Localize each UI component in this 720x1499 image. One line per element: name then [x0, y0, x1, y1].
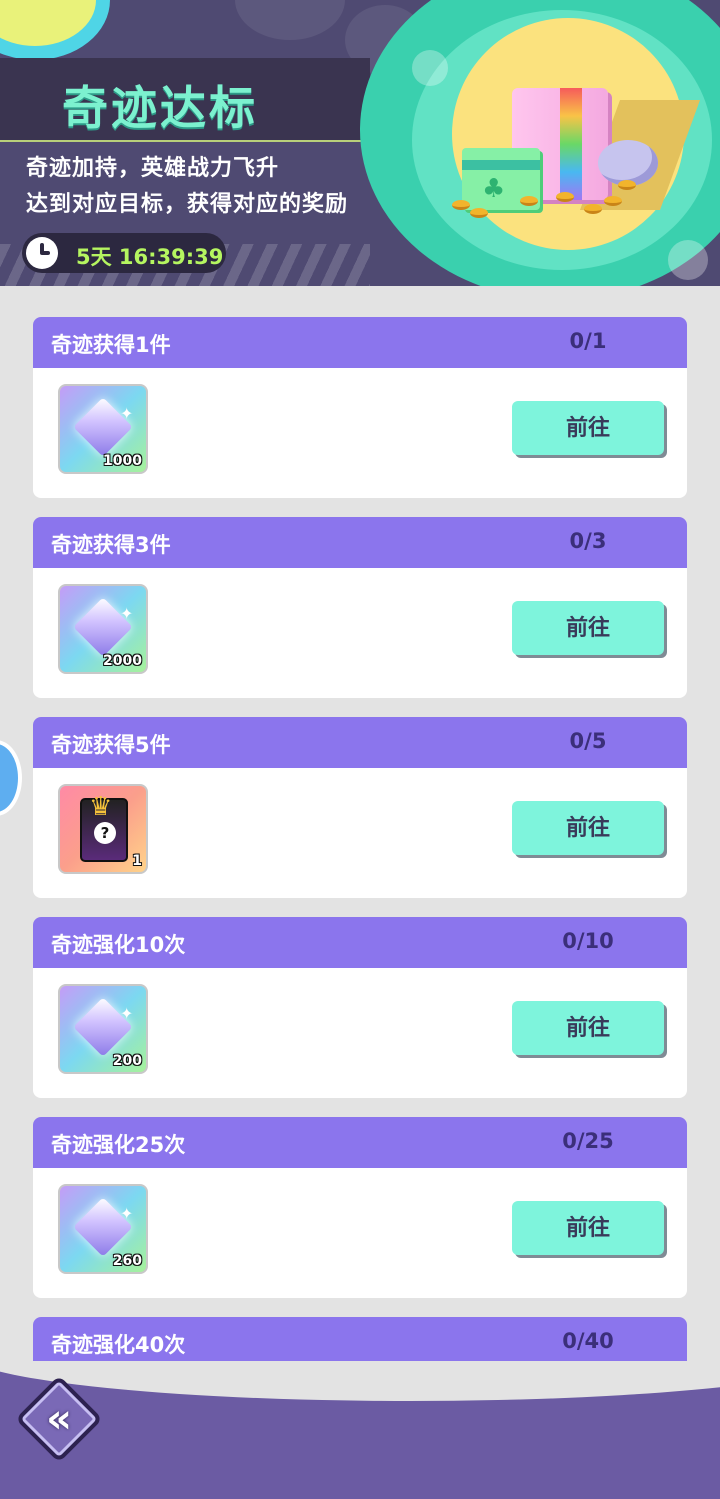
decor-circle: [235, 0, 345, 40]
go-button[interactable]: 前往: [512, 601, 664, 655]
coin-icon: [604, 196, 622, 206]
task-progress: 0/1: [569, 329, 607, 353]
go-button[interactable]: 前往: [512, 401, 664, 455]
go-button-label: 前往: [565, 1015, 610, 1040]
task-title: 奇迹获得5件: [51, 733, 171, 757]
sparkle-icon: ✦: [120, 604, 134, 623]
task-card: 奇迹获得5件 0/5 ♛ ? 1 前往: [33, 717, 687, 898]
reward-item[interactable]: ✦ 200: [58, 984, 148, 1074]
task-progress: 0/25: [562, 1129, 614, 1153]
timer-text: 5天 16:39:39: [76, 245, 224, 269]
task-header: 奇迹强化40次 0/40: [33, 1317, 687, 1361]
bubble-decor: [412, 50, 448, 86]
bottom-wave: [0, 1361, 720, 1401]
go-button-label: 前往: [565, 815, 610, 840]
task-list[interactable]: 奇迹获得1件 0/1 ✦ 1000 前往 奇迹获得3件 0/3 ✦ 2000 前…: [0, 286, 720, 1361]
task-progress: 0/5: [569, 729, 607, 753]
task-header: 奇迹获得5件 0/5: [33, 717, 687, 768]
go-button[interactable]: 前往: [512, 1201, 664, 1255]
task-progress: 0/10: [562, 929, 614, 953]
event-header: 奇迹达标 奇迹加持，英雄战力飞升 达到对应目标，获得对应的奖励 5天 16:39…: [0, 0, 720, 286]
reward-item[interactable]: ♛ ? 1: [58, 784, 148, 874]
countdown-timer: 5天 16:39:39: [22, 233, 226, 273]
task-header: 奇迹强化10次 0/10: [33, 917, 687, 968]
task-card: 奇迹获得3件 0/3 ✦ 2000 前往: [33, 517, 687, 698]
task-header: 奇迹强化25次 0/25: [33, 1117, 687, 1168]
go-button-label: 前往: [565, 1215, 610, 1240]
subtitle-line-2: 达到对应目标，获得对应的奖励: [26, 192, 349, 217]
task-title: 奇迹强化25次: [51, 1133, 186, 1157]
coin-icon: [452, 200, 470, 210]
task-progress: 0/40: [562, 1329, 614, 1353]
coin-icon: [584, 204, 602, 214]
coin-icon: [470, 208, 488, 218]
clock-icon: [26, 237, 58, 269]
coin-icon: [520, 196, 538, 206]
task-title: 奇迹获得1件: [51, 333, 171, 357]
reward-quantity: 200: [112, 1053, 142, 1069]
task-card: 奇迹强化40次 0/40: [33, 1317, 687, 1361]
mystery-card-icon: ♛ ?: [80, 794, 128, 862]
page-title: 奇迹达标: [62, 81, 258, 135]
reward-quantity: 1000: [103, 453, 142, 469]
subtitle-line-1: 奇迹加持，英雄战力飞升: [26, 156, 280, 181]
go-button[interactable]: 前往: [512, 1001, 664, 1055]
double-chevron-left-icon[interactable]: «: [34, 1397, 84, 1441]
sparkle-icon: ✦: [120, 1004, 134, 1023]
reward-quantity: 2000: [103, 653, 142, 669]
task-title: 奇迹获得3件: [51, 533, 171, 557]
task-card: 奇迹强化10次 0/10 ✦ 200 前往: [33, 917, 687, 1098]
sparkle-icon: ✦: [120, 404, 134, 423]
bottom-bar: [0, 1361, 720, 1499]
go-button-label: 前往: [565, 615, 610, 640]
reward-quantity: 260: [112, 1253, 142, 1269]
reward-quantity: 1: [132, 853, 142, 869]
bubble-decor: [668, 240, 708, 280]
decor-blob: [0, 0, 110, 60]
coin-icon: [556, 192, 574, 202]
question-icon: ?: [94, 822, 116, 844]
task-title: 奇迹强化40次: [51, 1333, 186, 1357]
task-title: 奇迹强化10次: [51, 933, 186, 957]
task-progress: 0/3: [569, 529, 607, 553]
coin-icon: [618, 180, 636, 190]
task-header: 奇迹获得1件 0/1: [33, 317, 687, 368]
sparkle-icon: ✦: [120, 1204, 134, 1223]
reward-item[interactable]: ✦ 2000: [58, 584, 148, 674]
task-card: 奇迹强化25次 0/25 ✦ 260 前往: [33, 1117, 687, 1298]
task-header: 奇迹获得3件 0/3: [33, 517, 687, 568]
task-card: 奇迹获得1件 0/1 ✦ 1000 前往: [33, 317, 687, 498]
reward-item[interactable]: ✦ 1000: [58, 384, 148, 474]
crown-icon: ♛: [89, 792, 113, 822]
reward-item[interactable]: ✦ 260: [58, 1184, 148, 1274]
go-button-label: 前往: [565, 415, 610, 440]
go-button[interactable]: 前往: [512, 801, 664, 855]
